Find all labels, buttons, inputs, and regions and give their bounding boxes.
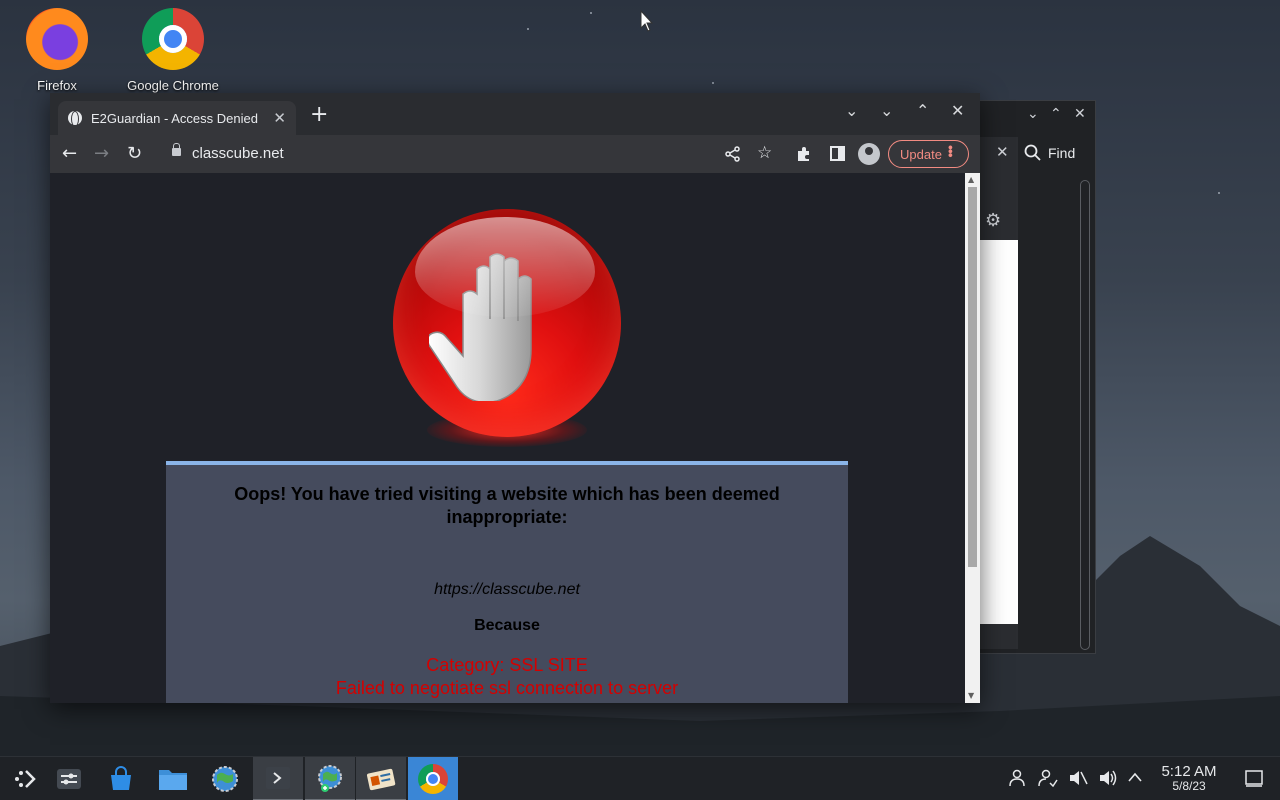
- find-label: Find: [1048, 145, 1076, 161]
- back-window-scrollbar[interactable]: [1080, 180, 1090, 650]
- folder-icon: [159, 770, 187, 790]
- tab-title: E2Guardian - Access Denied: [91, 110, 258, 126]
- stop-sign-shine: [415, 217, 595, 317]
- taskbar-id-card-app[interactable]: [356, 757, 406, 800]
- address-bar[interactable]: classcube.net: [192, 145, 284, 162]
- reload-icon[interactable]: ↻: [127, 143, 142, 165]
- lock-icon[interactable]: [172, 143, 181, 158]
- back-window-maximize-button[interactable]: ⌃: [1050, 106, 1062, 122]
- profile-avatar[interactable]: [858, 143, 880, 165]
- taskbar: 5:12 AM 5/8/23: [0, 756, 1280, 800]
- show-desktop-icon[interactable]: [1245, 770, 1263, 787]
- globe-icon: [68, 111, 82, 127]
- bookmark-star-icon[interactable]: ☆: [757, 143, 772, 163]
- scroll-up-icon[interactable]: ▲: [968, 175, 974, 184]
- volume-icon[interactable]: [1098, 769, 1118, 787]
- toolbar: ← → ↻ classcube.net ☆ Update •••: [50, 135, 980, 173]
- desktop-icon-chrome[interactable]: Google Chrome: [118, 8, 228, 93]
- side-panel-icon[interactable]: [830, 146, 845, 161]
- desktop-icon-label: Firefox: [37, 78, 77, 93]
- id-card-icon: [366, 768, 396, 791]
- chrome-icon: [418, 764, 448, 794]
- share-icon[interactable]: [725, 146, 741, 162]
- gear-icon[interactable]: ⚙: [985, 210, 1001, 231]
- because-label: Because: [474, 617, 540, 634]
- application-launcher-button[interactable]: [0, 757, 50, 800]
- firefox-icon: [26, 8, 88, 70]
- vertical-scrollbar[interactable]: ▲ ▼: [965, 173, 980, 703]
- block-message-box: Oops! You have tried visiting a website …: [166, 461, 848, 703]
- desktop-icon-firefox[interactable]: Firefox: [2, 8, 112, 93]
- taskbar-discover[interactable]: [96, 757, 146, 800]
- block-heading: Oops! You have tried visiting a website …: [234, 484, 780, 527]
- store-bag-icon: [111, 766, 131, 790]
- close-button[interactable]: ✕: [951, 101, 964, 120]
- block-category: Category: SSL SITE: [426, 655, 588, 675]
- page-content: Oops! You have tried visiting a website …: [50, 173, 965, 703]
- clock[interactable]: 5:12 AM 5/8/23: [1150, 763, 1228, 793]
- blocked-url: https://classcube.net: [434, 581, 580, 598]
- taskbar-installer[interactable]: [305, 757, 355, 800]
- terminal-icon: [266, 767, 290, 789]
- star: [527, 28, 529, 30]
- minimize-button[interactable]: ⌄: [880, 101, 893, 120]
- scrollbar-thumb[interactable]: [968, 187, 977, 567]
- more-menu-icon[interactable]: •••: [943, 145, 959, 157]
- update-label: Update: [900, 146, 942, 162]
- user-switch-icon[interactable]: [1038, 769, 1058, 787]
- star: [590, 12, 592, 14]
- star: [712, 82, 714, 84]
- forward-arrow-icon[interactable]: →: [94, 143, 109, 165]
- update-button[interactable]: Update •••: [888, 140, 969, 168]
- globe-install-icon: [318, 765, 342, 792]
- tab-strip: E2Guardian - Access Denied ✕ + ⌄ ⌄ ⌃ ✕: [50, 93, 980, 135]
- launcher-icon: [15, 770, 36, 788]
- mouse-cursor-icon: [640, 10, 654, 32]
- desktop-icon-label: Google Chrome: [127, 78, 219, 93]
- chrome-icon: [142, 8, 204, 70]
- new-tab-button[interactable]: +: [310, 104, 328, 126]
- taskbar-chrome[interactable]: [408, 757, 458, 800]
- maximize-button[interactable]: ⌃: [916, 101, 929, 120]
- stop-hand-image: [391, 207, 623, 457]
- back-arrow-icon[interactable]: ←: [62, 143, 77, 165]
- block-reason: Failed to negotiate ssl connection to se…: [335, 678, 679, 698]
- back-window-close-button[interactable]: ✕: [1074, 106, 1086, 122]
- scroll-down-icon[interactable]: ▼: [968, 691, 974, 700]
- taskbar-system-settings[interactable]: [200, 757, 250, 800]
- tray-expand-icon[interactable]: [1128, 771, 1142, 783]
- find-button[interactable]: Find: [1024, 140, 1075, 166]
- clock-date: 5/8/23: [1172, 779, 1206, 793]
- star: [1218, 192, 1220, 194]
- extensions-icon[interactable]: [796, 146, 812, 162]
- chrome-window: E2Guardian - Access Denied ✕ + ⌄ ⌄ ⌃ ✕ ←…: [50, 93, 980, 703]
- tab-search-button[interactable]: ⌄: [845, 101, 858, 120]
- search-icon: [1024, 144, 1041, 161]
- back-window-minimize-button[interactable]: ⌄: [1027, 106, 1039, 122]
- microphone-muted-icon[interactable]: [1068, 769, 1088, 787]
- taskbar-file-manager[interactable]: [148, 757, 198, 800]
- clock-time: 5:12 AM: [1161, 763, 1217, 780]
- sliders-icon: [57, 769, 81, 789]
- taskbar-konsole[interactable]: [253, 757, 303, 800]
- background-window-panel: [978, 240, 1018, 624]
- taskbar-settings-tool[interactable]: [44, 757, 94, 800]
- user-icon[interactable]: [1008, 769, 1026, 787]
- tab-close-button[interactable]: ✕: [273, 109, 286, 127]
- back-window-close-panel-button[interactable]: ✕: [996, 143, 1009, 161]
- globe-gear-icon: [212, 766, 238, 792]
- tab-e2guardian[interactable]: E2Guardian - Access Denied ✕: [58, 101, 296, 135]
